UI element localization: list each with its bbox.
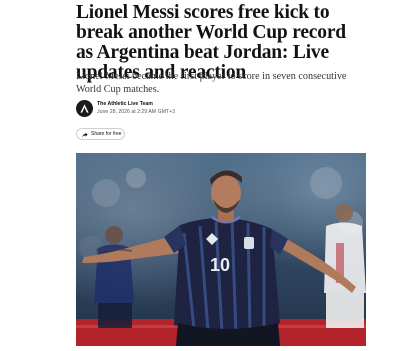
share-button[interactable]: Share for free — [76, 128, 125, 140]
athletic-logo-icon[interactable] — [76, 100, 93, 117]
byline: The Athletic Live Team June 28, 2026 at … — [76, 100, 276, 118]
article-summary: Lionel Messi became the first player to … — [76, 71, 347, 95]
share-arrow-icon — [82, 125, 88, 143]
jersey-number: 10 — [210, 255, 230, 275]
hero-photo: 10 — [76, 153, 366, 346]
byline-author[interactable]: The Athletic Live Team — [97, 101, 153, 107]
share-label: Share for free — [91, 131, 122, 137]
byline-date: June 28, 2026 at 2:29 AM GMT+3 — [97, 109, 176, 115]
